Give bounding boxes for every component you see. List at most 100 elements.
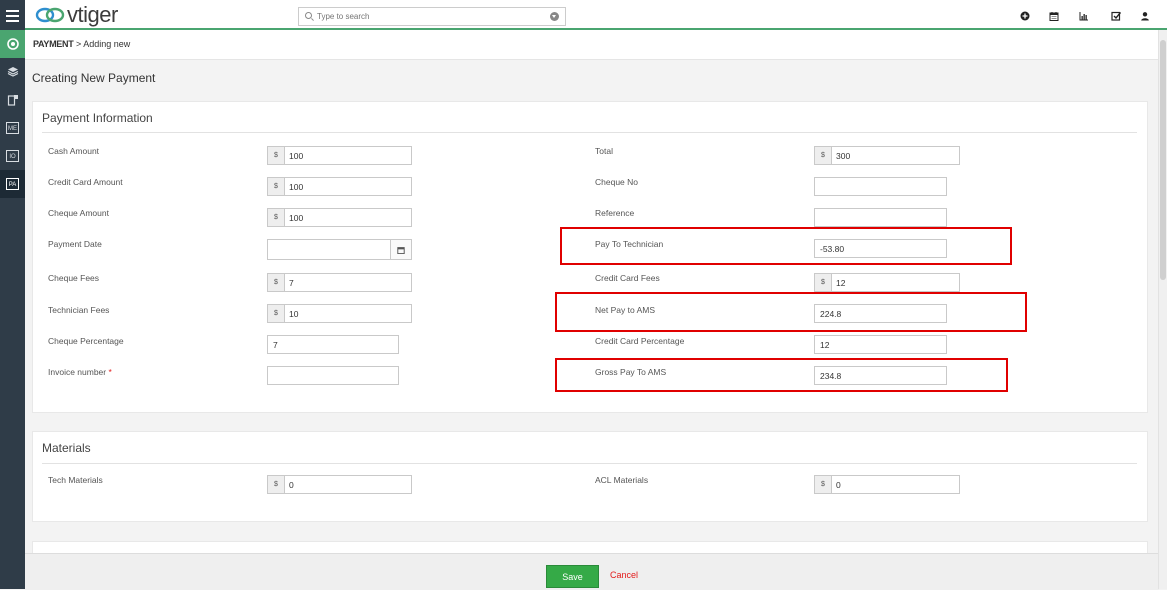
search-input[interactable]	[317, 10, 537, 23]
rail-item-inventory[interactable]	[0, 58, 25, 86]
rail-label-me: ME	[6, 122, 19, 134]
rail-item-home[interactable]	[0, 30, 25, 58]
rail-item-io[interactable]: IO	[0, 142, 25, 170]
calendar-icon[interactable]	[1049, 11, 1059, 21]
breadcrumb-module[interactable]: PAYMENT	[33, 39, 74, 49]
currency-prefix: $	[268, 274, 285, 291]
currency-prefix: $	[268, 178, 285, 195]
top-bar: vtiger	[25, 0, 1167, 30]
acl-materials-field: $	[814, 475, 960, 494]
currency-prefix: $	[268, 147, 285, 164]
save-button[interactable]: Save	[546, 565, 599, 588]
acl-materials-label: ACL Materials	[595, 475, 649, 485]
credit-card-amount-field: $	[267, 177, 412, 196]
acl-materials-input[interactable]	[836, 478, 951, 491]
calendar-icon[interactable]	[390, 240, 411, 259]
scrollbar[interactable]	[1158, 30, 1167, 589]
cheque-amount-label: Cheque Amount	[48, 208, 109, 218]
left-rail: ME IO PA	[0, 0, 25, 589]
reference-label: Reference	[595, 208, 635, 218]
credit-card-percentage-label: Credit Card Percentage	[595, 336, 685, 346]
currency-prefix: $	[268, 209, 285, 226]
cheque-amount-input[interactable]	[289, 211, 404, 224]
invoice-number-input[interactable]	[273, 369, 393, 382]
required-mark: *	[108, 367, 112, 377]
form-footer: Save Cancel	[25, 553, 1159, 590]
rail-label-io: IO	[6, 150, 19, 162]
currency-prefix: $	[268, 305, 285, 322]
invoice-number-field	[267, 366, 399, 385]
cheque-fees-field: $	[267, 273, 412, 292]
cancel-link[interactable]: Cancel	[610, 570, 638, 580]
credit-card-fees-input[interactable]	[836, 276, 951, 289]
section-divider	[42, 463, 1137, 464]
total-input[interactable]	[836, 149, 951, 162]
invoice-number-label: Invoice number *	[48, 367, 112, 377]
cheque-percentage-field	[267, 335, 399, 354]
cheque-no-input[interactable]	[820, 180, 940, 193]
currency-prefix: $	[815, 147, 832, 164]
total-label: Total	[595, 146, 613, 156]
highlight-net-pay-to-ams	[555, 292, 1027, 332]
cash-amount-input[interactable]	[289, 149, 404, 162]
technician-fees-label: Technician Fees	[48, 305, 110, 315]
cube-icon	[7, 67, 18, 77]
breadcrumb-separator: >	[75, 39, 82, 49]
scrollbar-thumb[interactable]	[1160, 40, 1166, 280]
currency-prefix: $	[815, 476, 832, 493]
rail-item-pa[interactable]: PA	[0, 170, 25, 198]
currency-prefix: $	[268, 476, 285, 493]
check-square-icon[interactable]	[1111, 11, 1121, 21]
tech-materials-input[interactable]	[289, 478, 404, 491]
reference-input[interactable]	[820, 211, 940, 224]
rail-label-pa: PA	[6, 178, 19, 190]
cheque-percentage-label: Cheque Percentage	[48, 336, 124, 346]
technician-fees-input[interactable]	[289, 307, 404, 320]
reference-field	[814, 208, 947, 227]
payment-date-input[interactable]	[273, 242, 383, 255]
section-divider	[42, 132, 1137, 133]
credit-card-amount-input[interactable]	[289, 180, 404, 193]
tech-materials-label: Tech Materials	[48, 475, 103, 485]
section-heading: Materials	[42, 441, 91, 455]
cheque-fees-input[interactable]	[289, 276, 404, 289]
user-icon[interactable]	[1140, 11, 1150, 21]
cheque-amount-field: $	[267, 208, 412, 227]
cash-amount-field: $	[267, 146, 412, 165]
credit-card-amount-label: Credit Card Amount	[48, 177, 123, 187]
section-heading: Payment Information	[42, 111, 153, 125]
search-icon	[305, 12, 312, 19]
menu-icon[interactable]	[0, 0, 25, 30]
rail-item-devices[interactable]	[0, 86, 25, 114]
materials-section: Materials Tech Materials $ ACL Materials…	[32, 431, 1148, 522]
cheque-fees-label: Cheque Fees	[48, 273, 100, 283]
breadcrumb-bar: PAYMENT > Adding new	[25, 30, 1159, 60]
vtiger-logo[interactable]: vtiger	[35, 2, 118, 27]
payment-date-field	[267, 239, 412, 260]
currency-prefix: $	[815, 274, 832, 291]
credit-card-percentage-input[interactable]	[820, 338, 940, 351]
search-dropdown-icon[interactable]	[550, 12, 559, 21]
target-icon	[6, 38, 19, 50]
credit-card-percentage-field	[814, 335, 947, 354]
credit-card-fees-label: Credit Card Fees	[595, 273, 660, 283]
bar-chart-icon[interactable]	[1079, 11, 1089, 21]
highlight-pay-to-technician	[560, 227, 1012, 265]
highlight-gross-pay-to-ams	[555, 358, 1008, 392]
global-search[interactable]	[298, 7, 566, 26]
page-title: Creating New Payment	[32, 71, 156, 85]
cheque-percentage-input[interactable]	[273, 338, 393, 351]
logo-mark-icon	[35, 7, 65, 23]
technician-fees-field: $	[267, 304, 412, 323]
rail-item-me[interactable]: ME	[0, 114, 25, 142]
brand-name: vtiger	[67, 2, 118, 27]
tech-materials-field: $	[267, 475, 412, 494]
payment-date-label: Payment Date	[48, 239, 102, 249]
total-field: $	[814, 146, 960, 165]
invoice-number-text: Invoice number	[48, 367, 107, 377]
breadcrumb: PAYMENT > Adding new	[33, 39, 130, 49]
cheque-no-field	[814, 177, 947, 196]
cash-amount-label: Cash Amount	[48, 146, 100, 156]
breadcrumb-page: Adding new	[83, 39, 131, 49]
plus-circle-icon[interactable]	[1020, 11, 1030, 21]
